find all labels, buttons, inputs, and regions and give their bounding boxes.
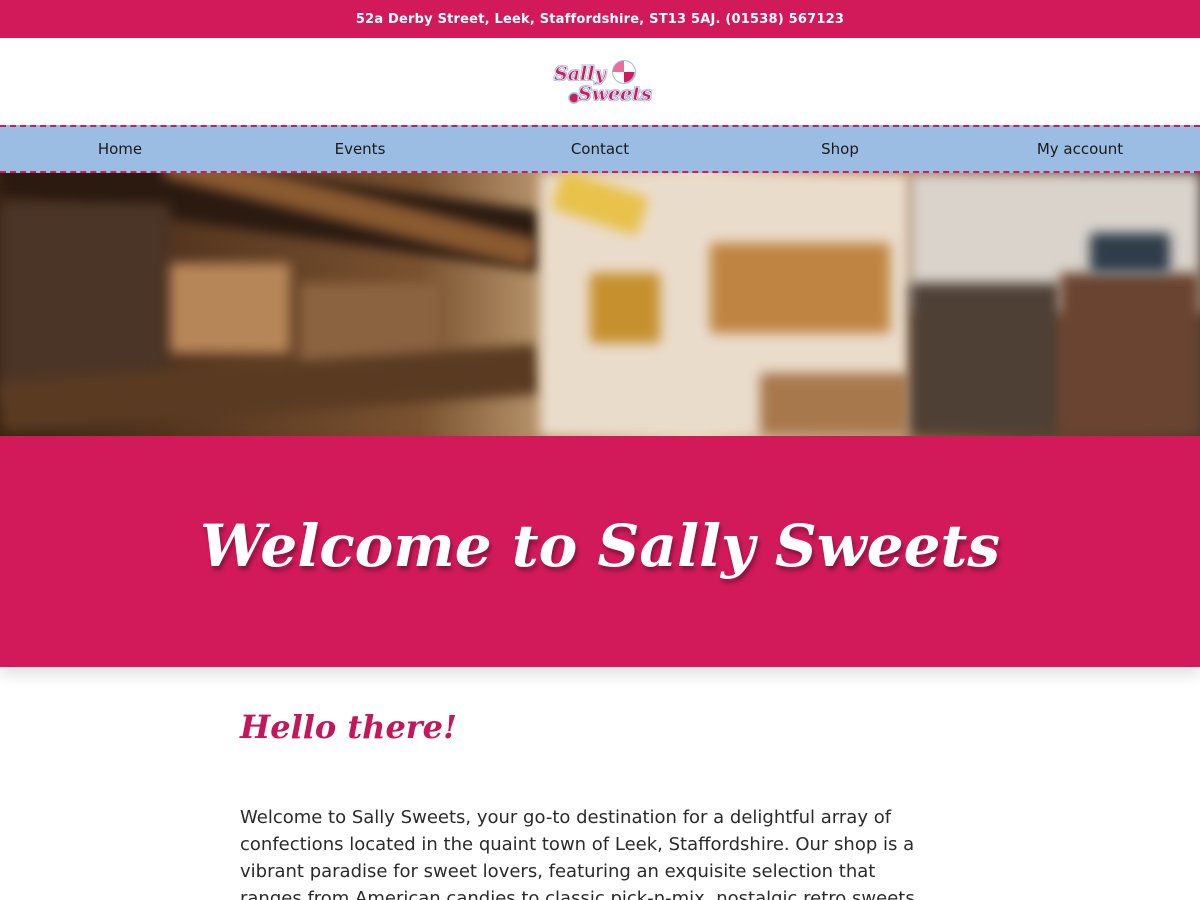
nav-item-contact[interactable]: Contact [480, 140, 720, 158]
nav-item-home[interactable]: Home [0, 140, 240, 158]
welcome-title: Welcome to Sally Sweets [200, 511, 1000, 580]
main-navigation: Home Events Contact Shop My account [0, 125, 1200, 173]
nav-item-events[interactable]: Events [240, 140, 480, 158]
hero-dark-item [1090, 233, 1170, 273]
top-address-bar: 52a Derby Street, Leek, Staffordshire, S… [0, 0, 1200, 38]
nav-item-shop[interactable]: Shop [720, 140, 960, 158]
site-logo[interactable]: Sally Sweets [550, 54, 652, 110]
main-content: Hello there! Welcome to Sally Sweets, yo… [240, 700, 940, 900]
hero-counter [760, 373, 910, 436]
hero-right-display [1060, 273, 1200, 436]
hero-wooden-crate [710, 243, 890, 333]
hero-right-shelves [910, 283, 1060, 436]
hero-boxes-left [170, 263, 290, 353]
welcome-banner: Welcome to Sally Sweets [0, 436, 1200, 667]
site-header: Sally Sweets [0, 38, 1200, 125]
nav-item-my-account[interactable]: My account [960, 140, 1200, 158]
hello-heading: Hello there! [240, 708, 458, 746]
intro-paragraph: Welcome to Sally Sweets, your go-to dest… [240, 807, 921, 900]
logo-text-sally: Sally [554, 62, 606, 85]
hero-image-shop-interior [0, 173, 1200, 436]
hero-wooden-stand [590, 273, 660, 343]
logo-text-sweets: Sweets [578, 82, 652, 105]
address-text: 52a Derby Street, Leek, Staffordshire, S… [355, 11, 845, 27]
